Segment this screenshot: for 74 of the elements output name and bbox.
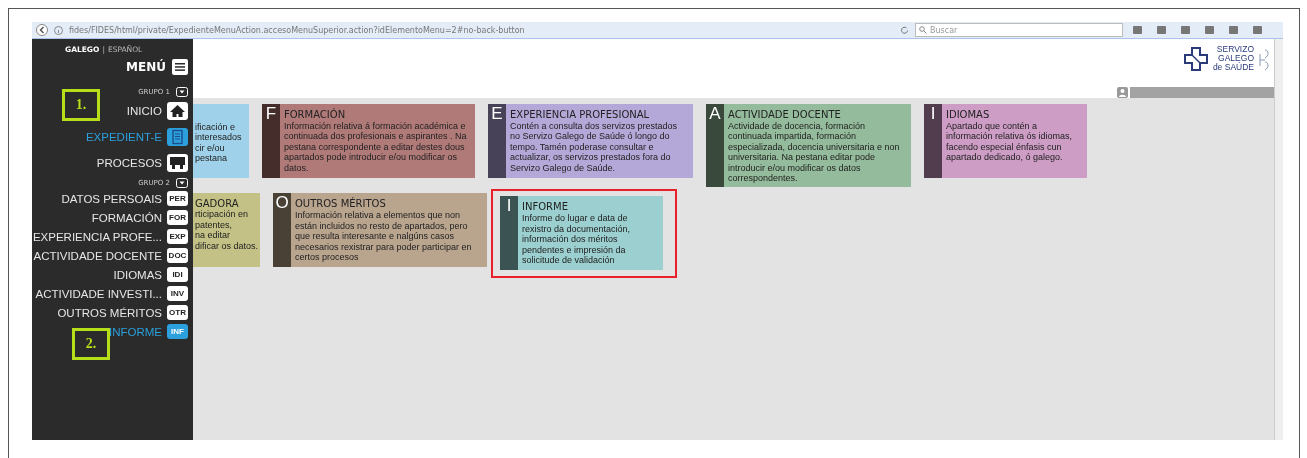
card-text: interesados <box>195 132 242 143</box>
menu-badge: INF <box>167 324 188 339</box>
menu-badge: OTR <box>167 305 188 320</box>
section-card[interactable] <box>273 193 487 268</box>
logo-text: SERVIZO <box>1216 45 1254 54</box>
card-title: ACTIVIDADE DOCENTE <box>728 109 842 120</box>
scrollbar[interactable] <box>1274 39 1283 440</box>
card-text: patentes, <box>195 219 234 231</box>
menu-title: MENÚ <box>126 60 166 74</box>
card-title: IDIOMAS <box>946 109 991 120</box>
menu-item[interactable]: ACTIVIDADE INVESTI... <box>35 287 162 300</box>
menu-item[interactable]: INICIO <box>126 105 162 117</box>
section-card[interactable]: ificación e interesados cir e/ou pestana <box>193 104 249 178</box>
logo-text: de SAÚDE <box>1212 63 1254 72</box>
menu-item[interactable]: FORMACIÓN <box>91 211 162 224</box>
section-card[interactable] <box>488 104 693 178</box>
menu-item[interactable]: INFORME <box>108 325 162 338</box>
info-icon[interactable] <box>54 25 63 35</box>
card-text: Contén a consulta dos servizos prestados no Servizo Galego de Saúde ó longo do tempo. Tamén poderase consultar e actualizar, os servizos prestados fora do Servizo Galego de Saúde. <box>510 121 679 174</box>
section-card[interactable] <box>706 104 911 188</box>
menu-item[interactable]: PROCESOS <box>96 157 162 169</box>
search-icon <box>919 26 927 34</box>
section-card[interactable]: F FORMACIÓN Información relativa á formación académica e continuada dos profesionais e aspirantes . Na pestana correspondente a editar destes dous apartados pode introducir e/ou modificar os datos. <box>262 104 475 178</box>
menu-badge: EXP <box>167 229 188 244</box>
menu-badge: INV <box>167 286 188 301</box>
menu-badge: PER <box>167 191 188 206</box>
card-text: cir e/ou <box>195 142 226 154</box>
card-text: rticipación en <box>195 209 250 220</box>
collapse-icon[interactable] <box>176 87 188 97</box>
card-title: INFORME <box>522 201 569 213</box>
menu-item[interactable]: IDIOMAS <box>113 268 162 281</box>
card-letter: A <box>709 104 721 125</box>
section-card[interactable]: I INFORME Informe do lugar e data de rexistro da documentación, información dos méritos pendentes e impresión da solicitude de validación <box>500 196 663 271</box>
menu-item[interactable]: EXPERIENCIA PROFE... <box>32 230 162 243</box>
card-title: GADORA <box>195 198 240 210</box>
desk-icon[interactable] <box>167 154 188 172</box>
card-text: dificar os datos. <box>195 240 259 252</box>
card-letter: I <box>930 104 936 125</box>
menu-badge: IDI <box>167 267 188 282</box>
card-letter: I <box>506 196 512 218</box>
user-icon[interactable] <box>1117 87 1128 98</box>
card-letter: E <box>491 104 503 125</box>
back-icon[interactable] <box>36 24 48 36</box>
card-title: FORMACIÓN <box>284 109 347 120</box>
card-text: Información relativa a elementos que non están incluidos no resto de apartados, pero que resulta interesante e nalgúns casos necesarios rexistrar para poder participar en certos procesos <box>295 210 473 263</box>
card-letter: F <box>265 104 277 125</box>
menu-item[interactable]: EXPEDIENT-E <box>85 131 162 143</box>
document-icon[interactable] <box>167 128 188 146</box>
card-text: ificación e <box>195 122 237 133</box>
menu-item[interactable]: OUTROS MÉRITOS <box>57 306 162 319</box>
menu-item[interactable]: ACTIVIDADE DOCENTE <box>33 249 162 262</box>
card-text: Informe do lugar e data de rexistro da documentación, información dos méritos pendentes e impresión da solicitude de validación <box>522 213 632 266</box>
card-title: EXPERIENCIA PROFESIONAL <box>510 109 651 120</box>
card-text: pestana <box>195 153 229 164</box>
card-text: na editar <box>195 230 232 241</box>
reload-icon[interactable] <box>900 25 909 35</box>
home-icon[interactable] <box>167 102 188 120</box>
menu-icon[interactable] <box>172 59 188 75</box>
card-title: OUTROS MÉRITOS <box>295 198 387 210</box>
card-text: Apartado que contén a información relativa ós idiomas, facendo especial énfasis cun apartado dedicado, ó galego. <box>946 121 1074 163</box>
url-field[interactable]: fides/FIDES/html/private/ExpedienteMenuAction.accesoMenuSuperior.action?idElementoMenu=2#no-back-button <box>69 25 894 35</box>
annotation-label: 2. <box>72 328 110 360</box>
collapse-icon[interactable] <box>176 178 188 188</box>
menu-badge: FOR <box>167 210 188 225</box>
section-card[interactable]: I IDIOMAS Apartado que contén a información relativa ós idiomas, facendo especial énfasis cun apartado dedicado, ó galego. <box>924 104 1087 178</box>
menu-badge: DOC <box>167 248 188 263</box>
card-letter: O <box>275 193 289 215</box>
cross-logo-icon <box>1182 45 1209 72</box>
logo-text: GALEGO <box>1218 54 1254 63</box>
card-text: Actividade de docencia, formación continuada impartida, formación especializada, docencia universitaria e non universitaria. Na pestana editar pode introducir e/ou modificar os datos correspondentes. <box>728 121 901 184</box>
menu-item[interactable]: DATOS PERSOAIS <box>61 192 162 205</box>
card-text: Información relativa á formación académica e continuada dos profesionais e aspirantes . Na pestana correspondente a editar destes dous apartados pode introducir e/ou modificar os datos. <box>284 121 468 174</box>
section-card[interactable]: GADORA rticipación en patentes, na editar dificar os datos. <box>193 193 260 268</box>
annotation-label: 1. <box>62 89 100 121</box>
